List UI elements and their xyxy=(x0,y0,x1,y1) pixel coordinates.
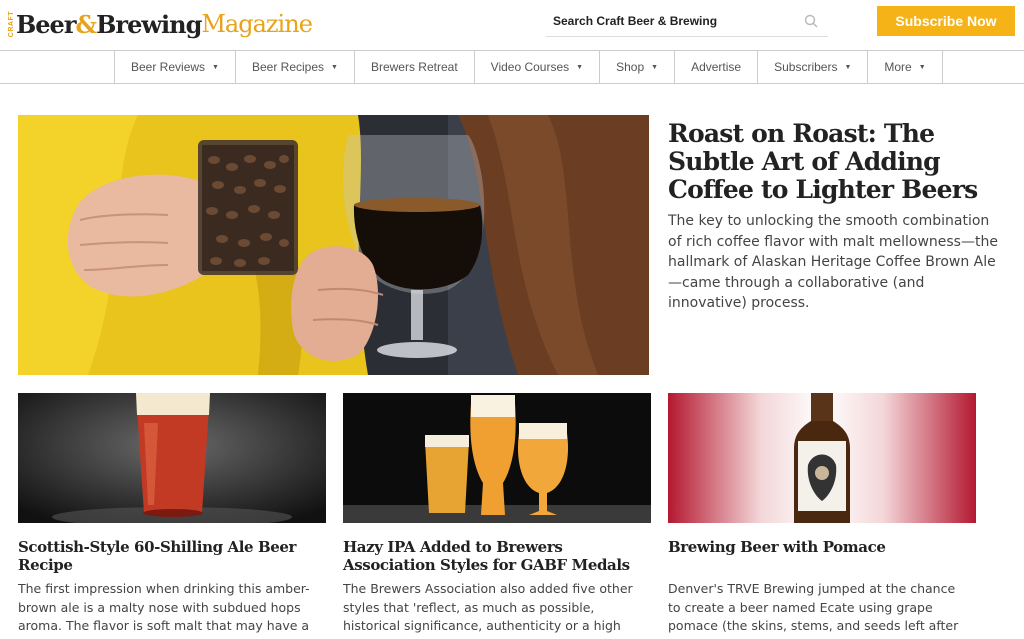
search-bar xyxy=(546,5,828,37)
card-title-hazy-ipa[interactable]: Hazy IPA Added to Brewers Association St… xyxy=(343,538,643,574)
logo-craft-text: CRAFT xyxy=(8,10,15,38)
nav-item-advertise[interactable]: Advertise xyxy=(675,51,759,83)
chevron-down-icon: ▼ xyxy=(844,63,852,71)
chevron-down-icon: ▼ xyxy=(576,63,584,71)
hero-article-description: The key to unlocking the smooth combinat… xyxy=(668,213,998,311)
subscribe-button[interactable]: Subscribe Now xyxy=(877,6,1015,36)
nav-label: Advertise xyxy=(691,60,742,74)
card-description-hazy-ipa: The Brewers Association also added five … xyxy=(343,581,633,633)
scottish-ale-photo xyxy=(18,393,326,523)
chevron-down-icon: ▼ xyxy=(918,63,926,71)
site-logo[interactable]: CRAFT Beer&Brewing Magazine xyxy=(8,6,313,42)
pomace-photo xyxy=(668,393,976,523)
main-nav: Beer Reviews ▼ Beer Recipes ▼ Brewers Retr… xyxy=(0,50,1024,84)
nav-item-video-courses[interactable]: Video Courses ▼ xyxy=(475,51,601,83)
card-image-pomace[interactable] xyxy=(668,393,976,523)
chevron-down-icon: ▼ xyxy=(331,63,338,71)
chevron-down-icon: ▼ xyxy=(651,63,659,71)
hero-photo xyxy=(18,115,649,375)
chevron-down-icon: ▼ xyxy=(212,63,219,71)
card-description-scottish-ale: The first impression when drinking this … xyxy=(18,581,310,633)
nav-item-subscribers[interactable]: Subscribers ▼ xyxy=(758,51,869,83)
nav-label: Subscribers xyxy=(774,60,838,74)
nav-item-brewers-retreat[interactable]: Brewers Retreat xyxy=(355,51,475,83)
nav-label: Brewers Retreat xyxy=(370,60,458,74)
hero-image[interactable] xyxy=(18,115,649,375)
card-title-scottish-ale[interactable]: Scottish-Style 60-Shilling Ale Beer Reci… xyxy=(18,538,318,574)
logo-beer-text: Beer&Brewing xyxy=(16,9,202,39)
nav-item-beer-recipes[interactable]: Beer Recipes ▼ xyxy=(236,51,355,83)
card-title-pomace[interactable]: Brewing Beer with Pomace xyxy=(668,538,968,557)
nav-label: Beer Recipes xyxy=(251,60,325,74)
nav-label: Shop xyxy=(616,60,645,74)
nav-label: More xyxy=(884,60,912,74)
card-image-scottish-ale[interactable] xyxy=(18,393,326,523)
nav-label: Beer Reviews xyxy=(131,60,206,74)
hazy-ipa-photo xyxy=(343,393,651,523)
logo-magazine-text: Magazine xyxy=(201,10,313,38)
nav-label: Video Courses xyxy=(490,60,570,74)
nav-item-beer-reviews[interactable]: Beer Reviews ▼ xyxy=(115,51,236,83)
site-header: CRAFT Beer&BrewingMagazine Subscribe Now xyxy=(0,0,1024,50)
search-icon[interactable] xyxy=(804,14,818,28)
hero-article-title[interactable]: Roast on Roast: The Subtle Art of Adding… xyxy=(668,120,1008,204)
nav-item-shop[interactable]: Shop ▼ xyxy=(600,51,676,83)
nav-item-more[interactable]: More ▼ xyxy=(868,51,943,83)
search-input[interactable] xyxy=(546,13,786,28)
card-image-hazy-ipa[interactable] xyxy=(343,393,651,523)
card-description-pomace: Denver's TRVE Brewing jumped at the chan… xyxy=(668,581,959,639)
